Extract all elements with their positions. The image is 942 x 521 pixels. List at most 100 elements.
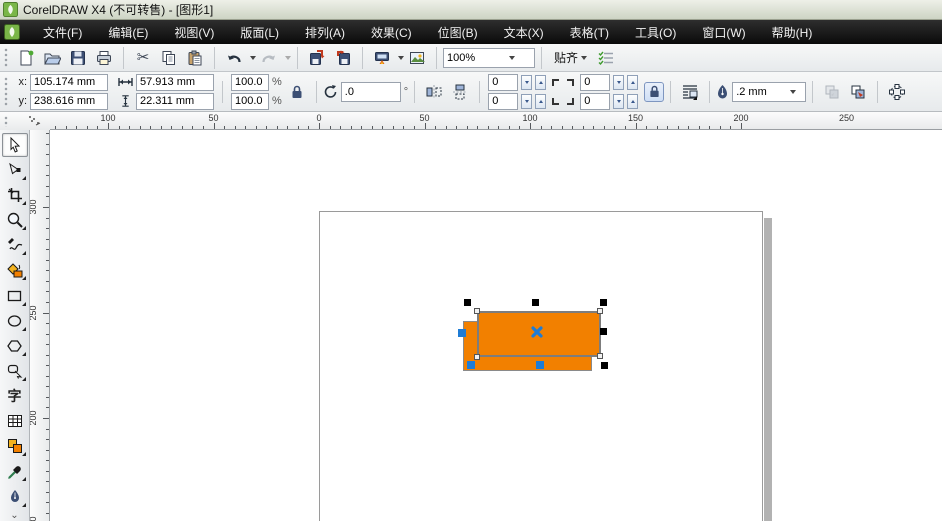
corner-radius-bottom-left-input[interactable]: [488, 93, 518, 110]
object-height-input[interactable]: [136, 93, 214, 110]
export-button[interactable]: [331, 46, 355, 70]
table-tool[interactable]: [2, 410, 28, 434]
y-position-input[interactable]: [30, 93, 108, 110]
document-menu-icon[interactable]: [4, 24, 20, 40]
polygon-tool[interactable]: [2, 334, 28, 358]
menu-tools[interactable]: 工具(O): [622, 20, 689, 45]
node-handle-bottom-left[interactable]: [474, 354, 480, 360]
node-handle-bottom-right[interactable]: [597, 353, 603, 359]
menu-view[interactable]: 视图(V): [161, 20, 227, 45]
basic-shapes-tool[interactable]: [2, 359, 28, 383]
options-button[interactable]: [594, 46, 618, 70]
text-tool[interactable]: 字: [2, 384, 28, 408]
menu-file[interactable]: 文件(F): [30, 20, 95, 45]
object-center-x-marker[interactable]: [531, 326, 543, 338]
menu-effects[interactable]: 效果(C): [358, 20, 425, 45]
drawing-canvas[interactable]: [50, 130, 942, 521]
wrap-paragraph-text-button[interactable]: [678, 80, 702, 104]
print-button[interactable]: [92, 46, 116, 70]
scale-horizontal-input[interactable]: [231, 74, 269, 91]
menu-arrange[interactable]: 排列(A): [292, 20, 358, 45]
property-bar-grip[interactable]: [3, 76, 10, 107]
undo-dropdown-caret[interactable]: [250, 56, 256, 60]
menu-help[interactable]: 帮助(H): [759, 20, 826, 45]
snap-to-button[interactable]: 贴齐: [549, 46, 592, 70]
shape-tool[interactable]: [2, 158, 28, 182]
corner-tl-spin-up[interactable]: [535, 75, 546, 90]
toolbar-grip[interactable]: [3, 47, 10, 69]
corner-tr-spin-down[interactable]: [613, 75, 624, 90]
welcome-screen-button[interactable]: [405, 46, 429, 70]
zoom-tool[interactable]: [2, 209, 28, 233]
pick-tool[interactable]: [2, 133, 28, 157]
node-handle-top-left[interactable]: [474, 308, 480, 314]
toolbox-scroll-indicator[interactable]: ⌄: [10, 510, 18, 521]
rotation-angle-input[interactable]: [341, 82, 401, 102]
open-button[interactable]: [40, 46, 64, 70]
menu-table[interactable]: 表格(T): [557, 20, 622, 45]
corner-bl-spin-up[interactable]: [535, 94, 546, 109]
ellipse-tool[interactable]: [2, 309, 28, 333]
selection-handle-top-left[interactable]: [464, 299, 471, 306]
corner-radius-bottom-right-input[interactable]: [580, 93, 610, 110]
round-corners-together-button[interactable]: [644, 82, 664, 102]
paste-button[interactable]: [183, 46, 207, 70]
arrange-backward-button[interactable]: [846, 80, 870, 104]
application-launcher-button[interactable]: [370, 46, 394, 70]
corner-radius-top-left-input[interactable]: [488, 74, 518, 91]
corner-tl-spin-down[interactable]: [521, 75, 532, 90]
interactive-blend-tool[interactable]: [2, 435, 28, 459]
eyedropper-tool[interactable]: [2, 460, 28, 484]
selection-handle-bottom-left-blue[interactable]: [467, 361, 475, 369]
scale-ratio-lock-button[interactable]: [285, 80, 309, 104]
corner-bl-spin-down[interactable]: [521, 94, 532, 109]
corner-radius-top-right-input[interactable]: [580, 74, 610, 91]
horizontal-ruler[interactable]: 10050050100150200250: [50, 112, 942, 130]
x-position-input[interactable]: [30, 74, 108, 91]
menu-layout[interactable]: 版面(L): [227, 20, 292, 45]
selection-handle-bottom-middle-blue[interactable]: [536, 361, 544, 369]
toolbox-grip[interactable]: [3, 115, 10, 127]
cut-button[interactable]: ✂: [131, 46, 155, 70]
copy-button[interactable]: [157, 46, 181, 70]
selection-handle-middle-left-blue[interactable]: [458, 329, 466, 337]
new-document-button[interactable]: [14, 46, 38, 70]
outline-width-caret[interactable]: [786, 84, 799, 100]
menu-text[interactable]: 文本(X): [491, 20, 557, 45]
crop-tool[interactable]: [2, 183, 28, 207]
menu-bitmaps[interactable]: 位图(B): [425, 20, 491, 45]
outline-pen-tool[interactable]: [2, 485, 28, 509]
selection-handle-middle-right[interactable]: [600, 328, 607, 335]
menu-window[interactable]: 窗口(W): [689, 20, 758, 45]
rectangle-tool[interactable]: [2, 284, 28, 308]
vertical-ruler[interactable]: 300250200150: [30, 130, 50, 521]
selection-handle-bottom-right[interactable]: [601, 362, 608, 369]
corner-tr-spin-up[interactable]: [627, 75, 638, 90]
outline-width-combo[interactable]: [732, 82, 806, 102]
import-button[interactable]: [305, 46, 329, 70]
redo-button[interactable]: [257, 46, 281, 70]
undo-button[interactable]: [222, 46, 246, 70]
selection-handle-top-middle[interactable]: [532, 299, 539, 306]
outline-width-input[interactable]: [736, 86, 786, 98]
arrange-forward-button[interactable]: [820, 80, 844, 104]
zoom-level-combo[interactable]: [443, 48, 535, 68]
corner-br-spin-up[interactable]: [627, 94, 638, 109]
object-width-input[interactable]: [136, 74, 214, 91]
launcher-dropdown-caret[interactable]: [398, 56, 404, 60]
menu-edit[interactable]: 编辑(E): [95, 20, 161, 45]
scale-vertical-input[interactable]: [231, 93, 269, 110]
zoom-combo-caret[interactable]: [505, 50, 518, 66]
ruler-setup-icon[interactable]: [27, 114, 41, 128]
mirror-vertical-button[interactable]: [448, 80, 472, 104]
corner-br-spin-down[interactable]: [613, 94, 624, 109]
zoom-level-input[interactable]: [447, 52, 505, 64]
freehand-tool[interactable]: [2, 234, 28, 258]
smart-fill-tool[interactable]: [2, 259, 28, 283]
selection-handle-top-right[interactable]: [600, 299, 607, 306]
save-button[interactable]: [66, 46, 90, 70]
convert-to-curves-button[interactable]: [885, 80, 909, 104]
node-handle-top-right[interactable]: [597, 308, 603, 314]
mirror-horizontal-button[interactable]: [422, 80, 446, 104]
redo-dropdown-caret[interactable]: [285, 56, 291, 60]
